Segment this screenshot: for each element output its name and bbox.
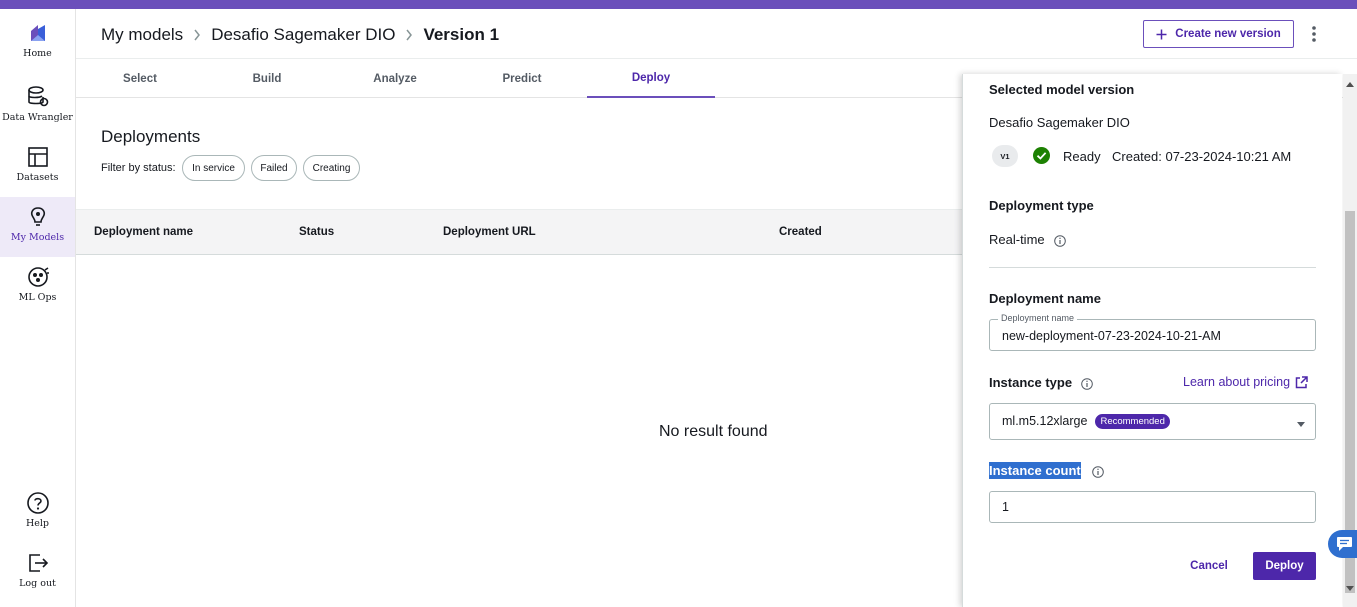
instance-type-value: ml.m5.12xlarge	[1002, 414, 1088, 428]
cancel-button[interactable]: Cancel	[1180, 552, 1238, 580]
learn-about-pricing-link[interactable]: Learn about pricing	[1183, 375, 1308, 389]
section-divider	[989, 267, 1316, 268]
help-icon	[26, 492, 49, 514]
deployment-type-heading: Deployment type	[989, 198, 1094, 213]
chevron-right-icon	[194, 29, 201, 41]
nav-home[interactable]: Home	[0, 13, 75, 73]
left-nav: Home Data Wrangler Datasets My Models ML…	[0, 9, 76, 607]
filter-creating[interactable]: Creating	[303, 155, 360, 181]
deployment-name-legend: Deployment name	[998, 313, 1078, 323]
instance-count-input[interactable]: 1	[989, 491, 1316, 523]
deployment-type-value: Real-time	[989, 232, 1045, 247]
create-new-version-label: Create new version	[1175, 28, 1281, 40]
lightbulb-icon	[30, 207, 45, 226]
breadcrumb-my-models[interactable]: My models	[101, 25, 183, 45]
nav-help[interactable]: Help	[0, 483, 75, 543]
version-badge: V1	[992, 145, 1018, 167]
instance-type-value-row: ml.m5.12xlarge Recommended	[1002, 414, 1170, 429]
more-options-icon[interactable]	[1306, 24, 1322, 44]
empty-state: No result found	[659, 423, 768, 440]
nav-datasets-label: Datasets	[16, 172, 59, 183]
tab-deploy[interactable]: Deploy	[587, 59, 715, 98]
instance-count-heading-row: Instance count	[989, 462, 1105, 479]
col-status[interactable]: Status	[299, 226, 334, 238]
nav-ml-ops[interactable]: ML Ops	[0, 257, 75, 317]
status-ready: Ready	[1063, 149, 1101, 164]
caret-down-icon	[1297, 422, 1305, 427]
instance-type-heading-row: Instance type	[989, 375, 1093, 390]
info-icon[interactable]	[1054, 234, 1067, 247]
breadcrumb-current: Version 1	[423, 25, 500, 44]
canvas-logo-icon	[30, 25, 45, 41]
table-header: Deployment name Status Deployment URL Cr…	[76, 209, 963, 255]
panel-scrollbar[interactable]	[1343, 74, 1357, 607]
nav-help-label: Help	[25, 518, 50, 529]
nav-my-models[interactable]: My Models	[0, 197, 75, 257]
chevron-right-icon	[406, 29, 413, 41]
filter-label: Filter by status:	[101, 162, 176, 174]
filter-in-service[interactable]: In service	[182, 155, 245, 181]
deploy-button[interactable]: Deploy	[1253, 552, 1316, 580]
deployment-name-heading: Deployment name	[989, 291, 1101, 306]
instance-count-heading: Instance count	[989, 462, 1081, 479]
model-name: Desafio Sagemaker DIO	[989, 115, 1130, 130]
top-accent-bar	[0, 0, 1357, 9]
check-circle-icon	[1033, 147, 1050, 164]
deployment-name-value: new-deployment-07-23-2024-10-21-AM	[1002, 329, 1221, 343]
tab-analyze[interactable]: Analyze	[331, 59, 459, 98]
scroll-down-arrow-icon[interactable]	[1346, 586, 1354, 591]
instance-type-select[interactable]: ml.m5.12xlarge Recommended	[989, 403, 1316, 440]
breadcrumb-model[interactable]: Desafio Sagemaker DIO	[211, 25, 395, 45]
nav-logout[interactable]: Log out	[0, 543, 75, 603]
logout-icon	[28, 554, 48, 572]
breadcrumb: My models Desafio Sagemaker DIO Version …	[101, 24, 499, 46]
nav-ml-ops-label: ML Ops	[18, 292, 57, 303]
table-icon	[27, 147, 48, 167]
info-icon[interactable]	[1080, 377, 1093, 390]
col-deployment-name[interactable]: Deployment name	[94, 226, 193, 238]
external-link-icon	[1295, 375, 1308, 388]
nav-logout-label: Log out	[19, 578, 56, 589]
tab-build[interactable]: Build	[203, 59, 331, 98]
deployment-name-field[interactable]: Deployment name new-deployment-07-23-202…	[989, 313, 1316, 351]
chat-support-button[interactable]	[1328, 530, 1357, 558]
tab-select[interactable]: Select	[76, 59, 204, 98]
nav-home-label: Home	[23, 48, 52, 59]
deploy-panel: Selected model version Desafio Sagemaker…	[962, 74, 1342, 607]
instance-count-value: 1	[1002, 500, 1009, 514]
create-new-version-button[interactable]: Create new version	[1143, 20, 1294, 48]
filter-failed[interactable]: Failed	[251, 155, 297, 181]
ml-ops-icon	[27, 267, 49, 287]
deployments-title: Deployments	[101, 127, 201, 146]
col-created[interactable]: Created	[779, 226, 822, 238]
instance-type-heading: Instance type	[989, 375, 1073, 390]
info-icon[interactable]	[1092, 465, 1105, 478]
tab-predict[interactable]: Predict	[458, 59, 586, 98]
chat-icon	[1336, 537, 1352, 551]
learn-about-pricing-label: Learn about pricing	[1183, 375, 1291, 389]
recommended-badge: Recommended	[1095, 414, 1170, 429]
col-deployment-url[interactable]: Deployment URL	[443, 226, 536, 238]
nav-data-wrangler-label: Data Wrangler	[2, 112, 73, 123]
deployment-type-row: Real-time	[989, 232, 1067, 247]
selected-version-heading: Selected model version	[989, 82, 1135, 97]
nav-my-models-label: My Models	[10, 232, 65, 243]
nav-datasets[interactable]: Datasets	[0, 137, 75, 197]
scroll-up-arrow-icon[interactable]	[1346, 82, 1354, 87]
plus-icon	[1156, 29, 1167, 39]
created-timestamp: Created: 07-23-2024-10:21 AM	[1112, 149, 1292, 164]
nav-data-wrangler[interactable]: Data Wrangler	[0, 77, 75, 137]
database-icon	[27, 86, 48, 107]
